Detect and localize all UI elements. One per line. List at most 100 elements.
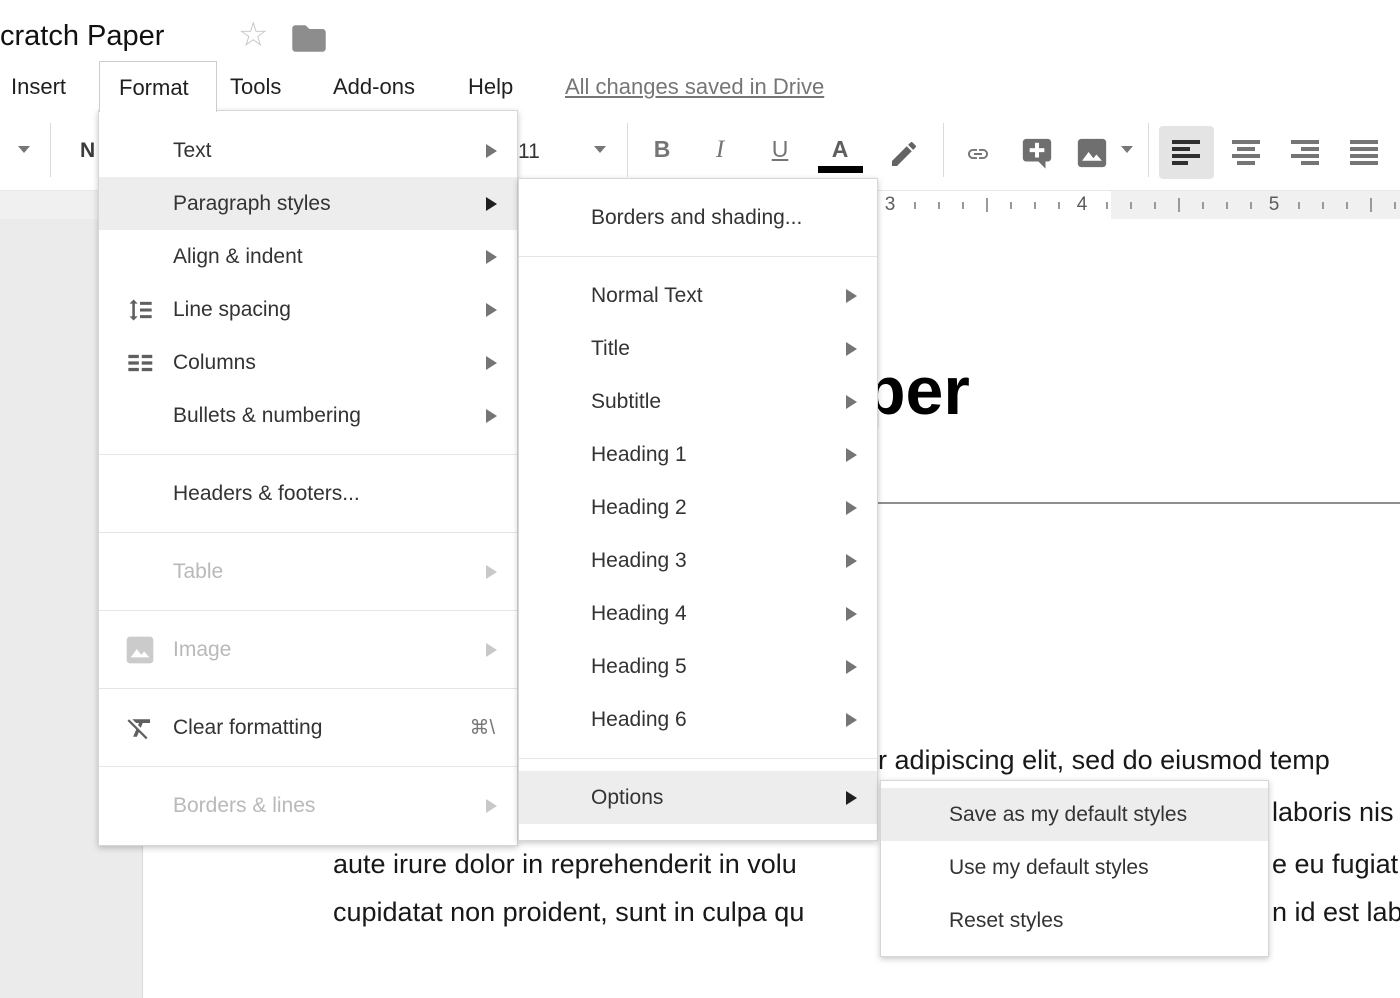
submenu-arrow-icon (486, 799, 497, 813)
menu-item-line-spacing[interactable]: Line spacing (99, 283, 517, 336)
menu-item-bullets-numbering[interactable]: Bullets & numbering (99, 389, 517, 442)
ruler-tick (1226, 202, 1228, 209)
menu-divider (99, 766, 517, 767)
submenu-arrow-icon (486, 197, 497, 211)
menu-item-image: Image (99, 623, 517, 676)
menu-item-heading-2[interactable]: Heading 2 (519, 481, 877, 534)
menu-item-heading-3[interactable]: Heading 3 (519, 534, 877, 587)
toolbar-divider (1148, 123, 1149, 177)
menu-divider (519, 758, 877, 759)
header: cratch Paper ☆ (0, 0, 1400, 58)
menu-item-table: Table (99, 545, 517, 598)
submenu-arrow-icon (486, 250, 497, 264)
menu-item-borders-and-shading[interactable]: Borders and shading... (519, 191, 877, 244)
menu-item-clear-formatting[interactable]: Clear formatting⌘\ (99, 701, 517, 754)
menu-item-label: Reset styles (949, 909, 1063, 933)
document-title[interactable]: cratch Paper (0, 20, 164, 53)
menu-item-heading-4[interactable]: Heading 4 (519, 587, 877, 640)
menu-item-shortcut: ⌘\ (469, 715, 495, 740)
menu-item-label: Title (591, 337, 630, 361)
menu-help[interactable]: Help (468, 75, 513, 99)
highlight-color-icon[interactable] (888, 138, 920, 170)
menu-item-heading-1[interactable]: Heading 1 (519, 428, 877, 481)
toolbar-overflow-icon[interactable] (18, 146, 30, 153)
ruler-tick (1178, 198, 1180, 212)
font-size-input[interactable]: 11 (518, 140, 540, 164)
document-text-line[interactable]: e eu fugiat (1272, 848, 1398, 880)
submenu-arrow-icon (846, 660, 857, 674)
ruler-tick (1298, 202, 1300, 209)
status-link[interactable]: All changes saved in Drive (565, 75, 824, 99)
menu-item-label: Text (173, 139, 212, 163)
menu-item-text[interactable]: Text (99, 124, 517, 177)
ruler-tick (1346, 202, 1348, 209)
submenu-arrow-icon (846, 713, 857, 727)
submenu-arrow-icon (846, 395, 857, 409)
menu-item-columns[interactable]: Columns (99, 336, 517, 389)
menu-item-reset-styles[interactable]: Reset styles (881, 894, 1268, 947)
menu-item-label: Borders and shading... (591, 206, 802, 230)
menu-item-title[interactable]: Title (519, 322, 877, 375)
menu-item-paragraph-styles[interactable]: Paragraph styles (99, 177, 517, 230)
underline-button[interactable]: U (765, 136, 795, 163)
menu-item-options[interactable]: Options (519, 771, 877, 824)
menu-item-label: Line spacing (173, 298, 291, 322)
document-text-line[interactable]: r adipiscing elit, sed do eiusmod temp (878, 744, 1330, 776)
menu-item-label: Borders & lines (173, 794, 315, 818)
menu-item-heading-6[interactable]: Heading 6 (519, 693, 877, 746)
menu-item-subtitle[interactable]: Subtitle (519, 375, 877, 428)
align-left-button[interactable] (1172, 139, 1200, 165)
menu-item-normal-text[interactable]: Normal Text (519, 269, 877, 322)
font-size-dropdown-icon[interactable] (594, 146, 606, 153)
submenu-arrow-icon (846, 554, 857, 568)
image-dropdown-icon[interactable] (1121, 146, 1133, 153)
align-right-button[interactable] (1291, 139, 1319, 165)
menu-item-borders-lines: Borders & lines (99, 779, 517, 832)
ruler-tick (962, 202, 964, 209)
menu-divider (99, 610, 517, 611)
italic-button[interactable]: I (705, 136, 735, 164)
add-comment-icon[interactable] (1020, 136, 1054, 170)
document-text-line[interactable]: aute irure dolor in reprehenderit in vol… (333, 848, 797, 880)
menu-tools[interactable]: Tools (230, 75, 281, 99)
document-text-line[interactable]: cupidatat non proident, sunt in culpa qu (333, 896, 804, 928)
submenu-arrow-icon (846, 342, 857, 356)
insert-link-icon[interactable] (958, 142, 998, 166)
insert-image-icon[interactable] (1075, 136, 1109, 170)
menu-addons[interactable]: Add-ons (333, 75, 415, 99)
menubar: Insert Format Tools Add-ons Help All cha… (0, 58, 1400, 110)
columns-icon (123, 346, 157, 380)
justify-button[interactable] (1350, 139, 1378, 165)
document-text-line[interactable]: n id est lab (1272, 896, 1400, 928)
align-center-button[interactable] (1232, 139, 1260, 165)
ruler-number: 4 (1077, 194, 1088, 216)
menu-item-heading-5[interactable]: Heading 5 (519, 640, 877, 693)
menu-item-save-as-my-default-styles[interactable]: Save as my default styles (881, 788, 1268, 841)
menu-item-headers-footers[interactable]: Headers & footers... (99, 467, 517, 520)
ruler-tick (1322, 202, 1324, 209)
menu-insert[interactable]: Insert (11, 75, 66, 99)
ruler-number: 5 (1269, 194, 1280, 216)
menu-item-label: Heading 5 (591, 655, 687, 679)
menu-item-label: Heading 3 (591, 549, 687, 573)
submenu-arrow-icon (486, 565, 497, 579)
submenu-arrow-icon (486, 356, 497, 370)
paragraph-styles-menu: Borders and shading... Normal Text Title Su… (518, 178, 878, 841)
styles-dropdown[interactable]: N (80, 139, 95, 163)
folder-icon[interactable] (291, 24, 327, 53)
document-text-line[interactable]: laboris nis (1272, 796, 1394, 828)
menu-item-label: Heading 1 (591, 443, 687, 467)
star-icon[interactable]: ☆ (238, 18, 268, 52)
submenu-arrow-icon (486, 643, 497, 657)
document-heading-text[interactable]: per (864, 352, 970, 430)
submenu-arrow-icon (486, 144, 497, 158)
line-spacing-icon (123, 293, 157, 327)
menu-format-open[interactable]: Format (99, 61, 217, 112)
bold-button[interactable]: B (647, 136, 677, 163)
menu-item-label: Bullets & numbering (173, 404, 361, 428)
options-menu: Save as my default stylesUse my default … (880, 780, 1269, 957)
ruler-tick (1250, 202, 1252, 209)
menu-item-align-indent[interactable]: Align & indent (99, 230, 517, 283)
menu-item-use-my-default-styles[interactable]: Use my default styles (881, 841, 1268, 894)
text-color-button[interactable]: A (825, 136, 855, 163)
